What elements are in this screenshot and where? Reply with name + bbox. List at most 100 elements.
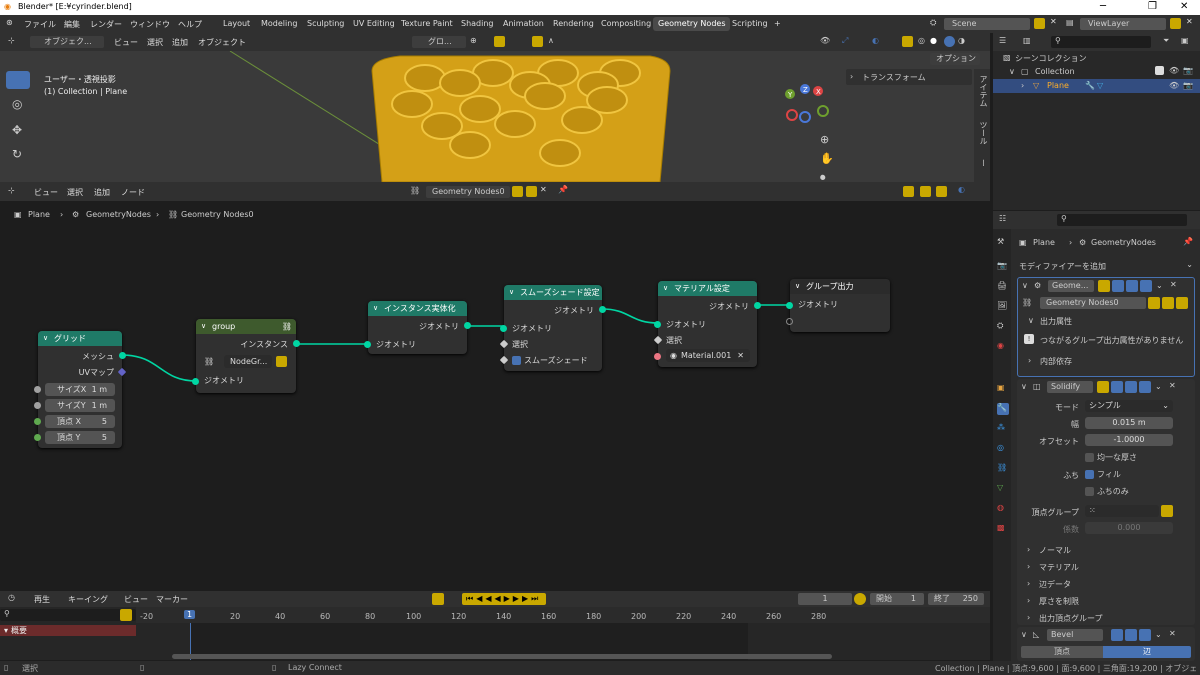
sidebar-tab-tool[interactable]: ツール	[978, 121, 989, 145]
viewport-display-icon[interactable]	[1125, 629, 1137, 641]
group-node-header[interactable]: ∨ group ⛓	[196, 319, 296, 334]
rendered-shading-icon[interactable]: ◑	[958, 36, 965, 45]
material-geometry-input-socket[interactable]	[654, 321, 661, 328]
remove-modifier-icon[interactable]: ✕	[1170, 280, 1177, 289]
zoom-icon[interactable]: ⊕	[820, 133, 829, 146]
add-workspace-button[interactable]: +	[769, 17, 786, 31]
node-tree-name-field[interactable]: Geometry Nodes0	[426, 186, 510, 198]
render-tab-icon[interactable]: 📷	[997, 261, 1009, 273]
collapse-icon[interactable]: ∨	[663, 281, 668, 296]
render-display-icon[interactable]	[1139, 629, 1151, 641]
tab-layout[interactable]: Layout	[218, 17, 255, 31]
new-scene-icon[interactable]	[1034, 18, 1045, 29]
realize-geometry-output-socket[interactable]	[464, 322, 471, 329]
timeline-area[interactable]: ⚲ ▾ 概要 -20 1 20 40 60 80 100 120 140 160 …	[0, 607, 990, 660]
section-edge-data[interactable]: 辺データ	[1039, 579, 1071, 590]
timeline-menu-view[interactable]: ビュー	[124, 594, 148, 605]
solidify-name-field[interactable]: Solidify	[1047, 381, 1093, 393]
smooth-geometry-output-socket[interactable]	[599, 306, 606, 313]
summary-channel[interactable]: ▾ 概要	[0, 625, 136, 636]
grid-mesh-socket[interactable]	[119, 352, 126, 359]
node-menu-view[interactable]: ビュー	[34, 187, 58, 198]
collapse-icon[interactable]: ∨	[795, 279, 800, 294]
offset-field[interactable]: -1.0000	[1085, 434, 1173, 446]
set-shade-smooth-node[interactable]: ∨ スムーズシェード設定 ジオメトリ ジオメトリ 選択 スムーズシェード	[499, 285, 606, 371]
snap-mode-icon[interactable]	[936, 186, 947, 197]
chevron-down-icon[interactable]: ⌄	[1155, 630, 1162, 639]
remove-modifier-icon[interactable]: ✕	[1169, 381, 1176, 390]
even-thickness-checkbox[interactable]: 均一な厚さ	[1085, 452, 1137, 463]
collection-checkbox-icon[interactable]	[1155, 66, 1164, 75]
collapse-icon[interactable]: ∨	[1021, 382, 1027, 391]
render-display-icon[interactable]	[1140, 280, 1152, 292]
camera-view-icon[interactable]: ⏺	[820, 171, 826, 182]
sidebar-tab-view[interactable]: ビュー	[978, 159, 990, 182]
tab-animation[interactable]: Animation	[498, 17, 549, 31]
checkbox-icon[interactable]	[1085, 487, 1094, 496]
clear-material-icon[interactable]: ✕	[737, 349, 744, 362]
collapse-icon[interactable]: ∨	[1009, 67, 1015, 76]
expand-icon[interactable]: ›	[1027, 562, 1030, 571]
size-x-socket[interactable]	[34, 386, 41, 393]
bevel-name-field[interactable]: Bevel	[1047, 629, 1103, 641]
close-button[interactable]: ✕	[1180, 1, 1188, 12]
solidify-modifier-panel[interactable]: ∨ ◫ Solidify ⌄ ✕ モード シンプル ⌄ 幅 0.015 m オフセ…	[1017, 379, 1195, 625]
properties-search-input[interactable]: ⚲	[1057, 214, 1187, 226]
minimize-button[interactable]: ─	[1100, 1, 1106, 12]
node-tree-browse-icon[interactable]: ⛓	[1022, 298, 1032, 307]
node-overlay-icon[interactable]: ◐	[958, 185, 965, 194]
fill-rim-checkbox[interactable]: フィル	[1085, 469, 1121, 480]
material-shading-icon[interactable]	[944, 36, 955, 47]
group-geometry-input-socket[interactable]	[192, 378, 199, 385]
outliner[interactable]: ☰ ▥ ⚲ ⏷ ▣ ▧ シーンコレクション ∨ ▢ Collection 👁 📷…	[993, 33, 1200, 210]
outliner-search-input[interactable]: ⚲	[1051, 36, 1151, 48]
options-dropdown[interactable]: オプション	[930, 53, 980, 65]
tab-uv-editing[interactable]: UV Editing	[348, 17, 400, 31]
expand-icon[interactable]: ›	[1027, 613, 1030, 622]
collapse-icon[interactable]: ∨	[201, 319, 206, 334]
preview-range-icon[interactable]	[854, 593, 866, 605]
delete-scene-icon[interactable]: ✕	[1050, 17, 1057, 26]
collapse-icon[interactable]: ∨	[373, 301, 378, 316]
edit-mode-icon[interactable]	[1098, 280, 1110, 292]
edit-mode-icon[interactable]	[1097, 381, 1109, 393]
tab-geometry-nodes[interactable]: Geometry Nodes	[653, 17, 731, 31]
chevron-down-icon[interactable]: ⌄	[1156, 281, 1163, 290]
realize-instances-node[interactable]: ∨ インスタンス実体化 ジオメトリ ジオメトリ	[364, 301, 471, 354]
set-material-node[interactable]: ∨ マテリアル設定 ジオメトリ ジオメトリ 選択 ◉ Material.001 ✕	[653, 281, 761, 367]
node-editor-type-icon[interactable]: ⊹	[8, 186, 15, 195]
node-editor-canvas[interactable]: ∨ グリッド メッシュ UVマップ サイズX 1 m サイズY 1 m 頂点 X5 頂…	[0, 229, 990, 586]
fake-user-icon[interactable]	[1148, 297, 1160, 309]
duplicate-tree-icon[interactable]	[526, 186, 537, 197]
hide-icon[interactable]: 👁	[1169, 66, 1179, 75]
editor-type-icon[interactable]: ⊹	[8, 36, 15, 45]
tab-sculpting[interactable]: Sculpting	[302, 17, 349, 31]
current-frame-field[interactable]: 1	[798, 593, 852, 605]
on-cage-icon[interactable]	[1111, 381, 1123, 393]
current-frame-marker[interactable]: 1	[184, 610, 196, 619]
material-geometry-output-socket[interactable]	[754, 302, 761, 309]
delete-view-layer-icon[interactable]: ✕	[1186, 17, 1193, 26]
remove-modifier-icon[interactable]: ✕	[1169, 629, 1176, 638]
vertices-y-socket[interactable]	[34, 434, 41, 441]
material-node-header[interactable]: ∨ マテリアル設定	[658, 281, 757, 296]
properties-editor-icon[interactable]: ☷	[999, 214, 1006, 223]
checkmark-icon[interactable]	[1085, 470, 1094, 479]
factor-field[interactable]: 0.000	[1085, 522, 1173, 534]
new-view-layer-icon[interactable]	[1170, 18, 1181, 29]
modifier-node-tree-field[interactable]: Geometry Nodes0	[1040, 297, 1146, 309]
playback-controls[interactable]: ⏮◀◀◀▶▶▶⏭	[462, 593, 546, 605]
collapse-icon[interactable]: ∨	[1022, 281, 1028, 290]
viewport-menu-view[interactable]: ビュー	[114, 37, 138, 48]
gizmo-toggle-icon[interactable]: ⤢	[842, 36, 848, 46]
section-output-vertex-groups[interactable]: 出力頂点グループ	[1039, 613, 1103, 624]
bevel-modifier-panel[interactable]: ∨ ◺ Bevel ⌄ ✕ 頂点 辺	[1017, 627, 1195, 661]
modifier-name-field[interactable]: Geome...	[1048, 280, 1094, 292]
expand-icon[interactable]: ›	[1027, 596, 1030, 605]
collapse-icon[interactable]: ∨	[1021, 630, 1027, 639]
tab-scripting[interactable]: Scripting	[727, 17, 773, 31]
pan-hand-icon[interactable]: ✋	[820, 152, 834, 165]
tab-texture-paint[interactable]: Texture Paint	[396, 17, 458, 31]
thickness-field[interactable]: 0.015 m	[1085, 417, 1173, 429]
rotate-tool-icon[interactable]: ↻	[12, 147, 22, 161]
